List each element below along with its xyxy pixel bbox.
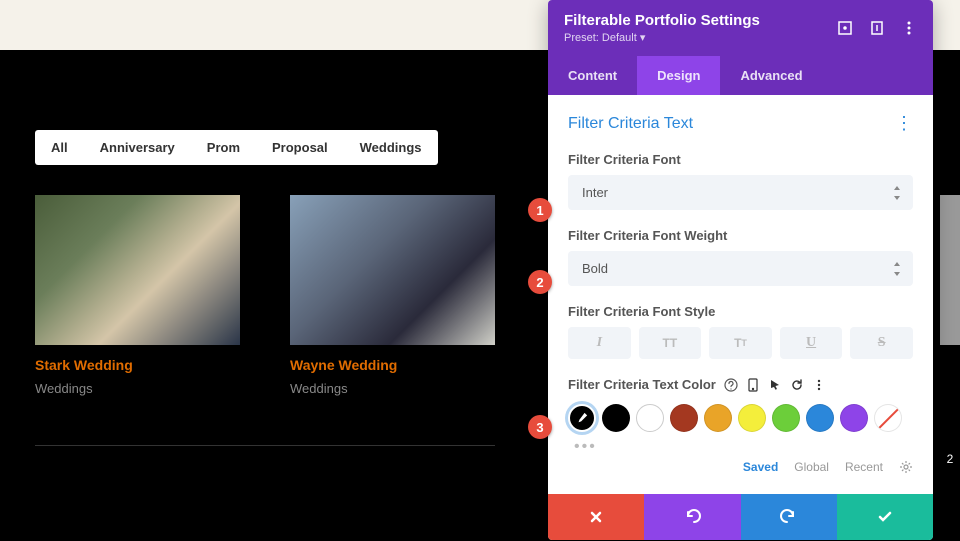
portfolio-image[interactable]	[35, 195, 240, 345]
color-label: Filter Criteria Text Color	[568, 377, 716, 392]
uppercase-button[interactable]: TT	[639, 327, 702, 359]
swatch-green[interactable]	[772, 404, 800, 432]
portfolio-item[interactable]: Stark Wedding Weddings	[35, 195, 240, 396]
undo-button[interactable]	[644, 494, 740, 540]
filter-bar: All Anniversary Prom Proposal Weddings	[35, 130, 438, 165]
style-label: Filter Criteria Font Style	[568, 304, 913, 319]
panel-body: Filter Criteria Text ⋮ Filter Criteria F…	[548, 95, 933, 494]
swatch-darkred[interactable]	[670, 404, 698, 432]
font-style-buttons: I TT TT U S	[568, 327, 913, 359]
palette-saved[interactable]: Saved	[743, 460, 778, 474]
palette-global[interactable]: Global	[794, 460, 829, 474]
more-swatches-icon[interactable]: •••	[574, 438, 913, 456]
panel-title: Filterable Portfolio Settings	[564, 12, 760, 29]
confirm-button[interactable]	[837, 494, 933, 540]
portfolio-category: Weddings	[35, 381, 240, 396]
redo-button[interactable]	[741, 494, 837, 540]
color-picker-button[interactable]	[568, 404, 596, 432]
italic-button[interactable]: I	[568, 327, 631, 359]
weight-select[interactable]: Bold	[568, 251, 913, 286]
portfolio-grid: Stark Wedding Weddings Wayne Wedding Wed…	[35, 195, 495, 396]
divider	[35, 445, 495, 446]
tab-advanced[interactable]: Advanced	[720, 56, 822, 95]
portfolio-title[interactable]: Wayne Wedding	[290, 357, 495, 373]
swatch-black[interactable]	[602, 404, 630, 432]
select-arrows-icon	[893, 186, 901, 200]
section-title[interactable]: Filter Criteria Text	[568, 115, 693, 133]
help-icon[interactable]	[724, 378, 738, 392]
tab-content[interactable]: Content	[548, 56, 637, 95]
tab-design[interactable]: Design	[637, 56, 720, 95]
callout-1: 1	[528, 198, 552, 222]
smallcaps-button[interactable]: TT	[709, 327, 772, 359]
panel-preset[interactable]: Preset: Default ▾	[564, 31, 760, 44]
swatch-yellow[interactable]	[738, 404, 766, 432]
pagination-number[interactable]: 2	[940, 447, 960, 471]
kebab-menu-icon[interactable]	[901, 20, 917, 36]
tablet-icon[interactable]	[746, 378, 760, 392]
swatch-purple[interactable]	[840, 404, 868, 432]
color-swatches	[568, 404, 913, 432]
panel-tabs: Content Design Advanced	[548, 56, 933, 95]
section-menu-icon[interactable]: ⋮	[895, 113, 913, 134]
color-footer: Saved Global Recent	[568, 456, 913, 486]
filter-tab-weddings[interactable]: Weddings	[344, 130, 438, 165]
filter-tab-all[interactable]: All	[35, 130, 84, 165]
settings-panel: Filterable Portfolio Settings Preset: De…	[548, 0, 933, 540]
select-arrows-icon	[893, 262, 901, 276]
filter-tab-proposal[interactable]: Proposal	[256, 130, 344, 165]
weight-label: Filter Criteria Font Weight	[568, 228, 913, 243]
panel-header: Filterable Portfolio Settings Preset: De…	[548, 0, 933, 56]
portfolio-image[interactable]	[290, 195, 495, 345]
font-select[interactable]: Inter	[568, 175, 913, 210]
portfolio-category: Weddings	[290, 381, 495, 396]
callout-3: 3	[528, 415, 552, 439]
strikethrough-button[interactable]: S	[850, 327, 913, 359]
palette-recent[interactable]: Recent	[845, 460, 883, 474]
filter-tab-prom[interactable]: Prom	[191, 130, 256, 165]
side-image-peek	[940, 195, 960, 345]
expand-icon[interactable]	[837, 20, 853, 36]
swatch-blue[interactable]	[806, 404, 834, 432]
swatch-orange[interactable]	[704, 404, 732, 432]
callout-2: 2	[528, 270, 552, 294]
filter-tab-anniversary[interactable]: Anniversary	[84, 130, 191, 165]
font-label: Filter Criteria Font	[568, 152, 913, 167]
cancel-button[interactable]	[548, 494, 644, 540]
gear-icon[interactable]	[899, 460, 913, 474]
swatch-transparent[interactable]	[874, 404, 902, 432]
help-icon[interactable]	[869, 20, 885, 36]
kebab-icon[interactable]	[812, 378, 826, 392]
swatch-white[interactable]	[636, 404, 664, 432]
cursor-icon[interactable]	[768, 378, 782, 392]
panel-footer	[548, 494, 933, 540]
portfolio-item[interactable]: Wayne Wedding Weddings	[290, 195, 495, 396]
reset-icon[interactable]	[790, 378, 804, 392]
underline-button[interactable]: U	[780, 327, 843, 359]
portfolio-title[interactable]: Stark Wedding	[35, 357, 240, 373]
